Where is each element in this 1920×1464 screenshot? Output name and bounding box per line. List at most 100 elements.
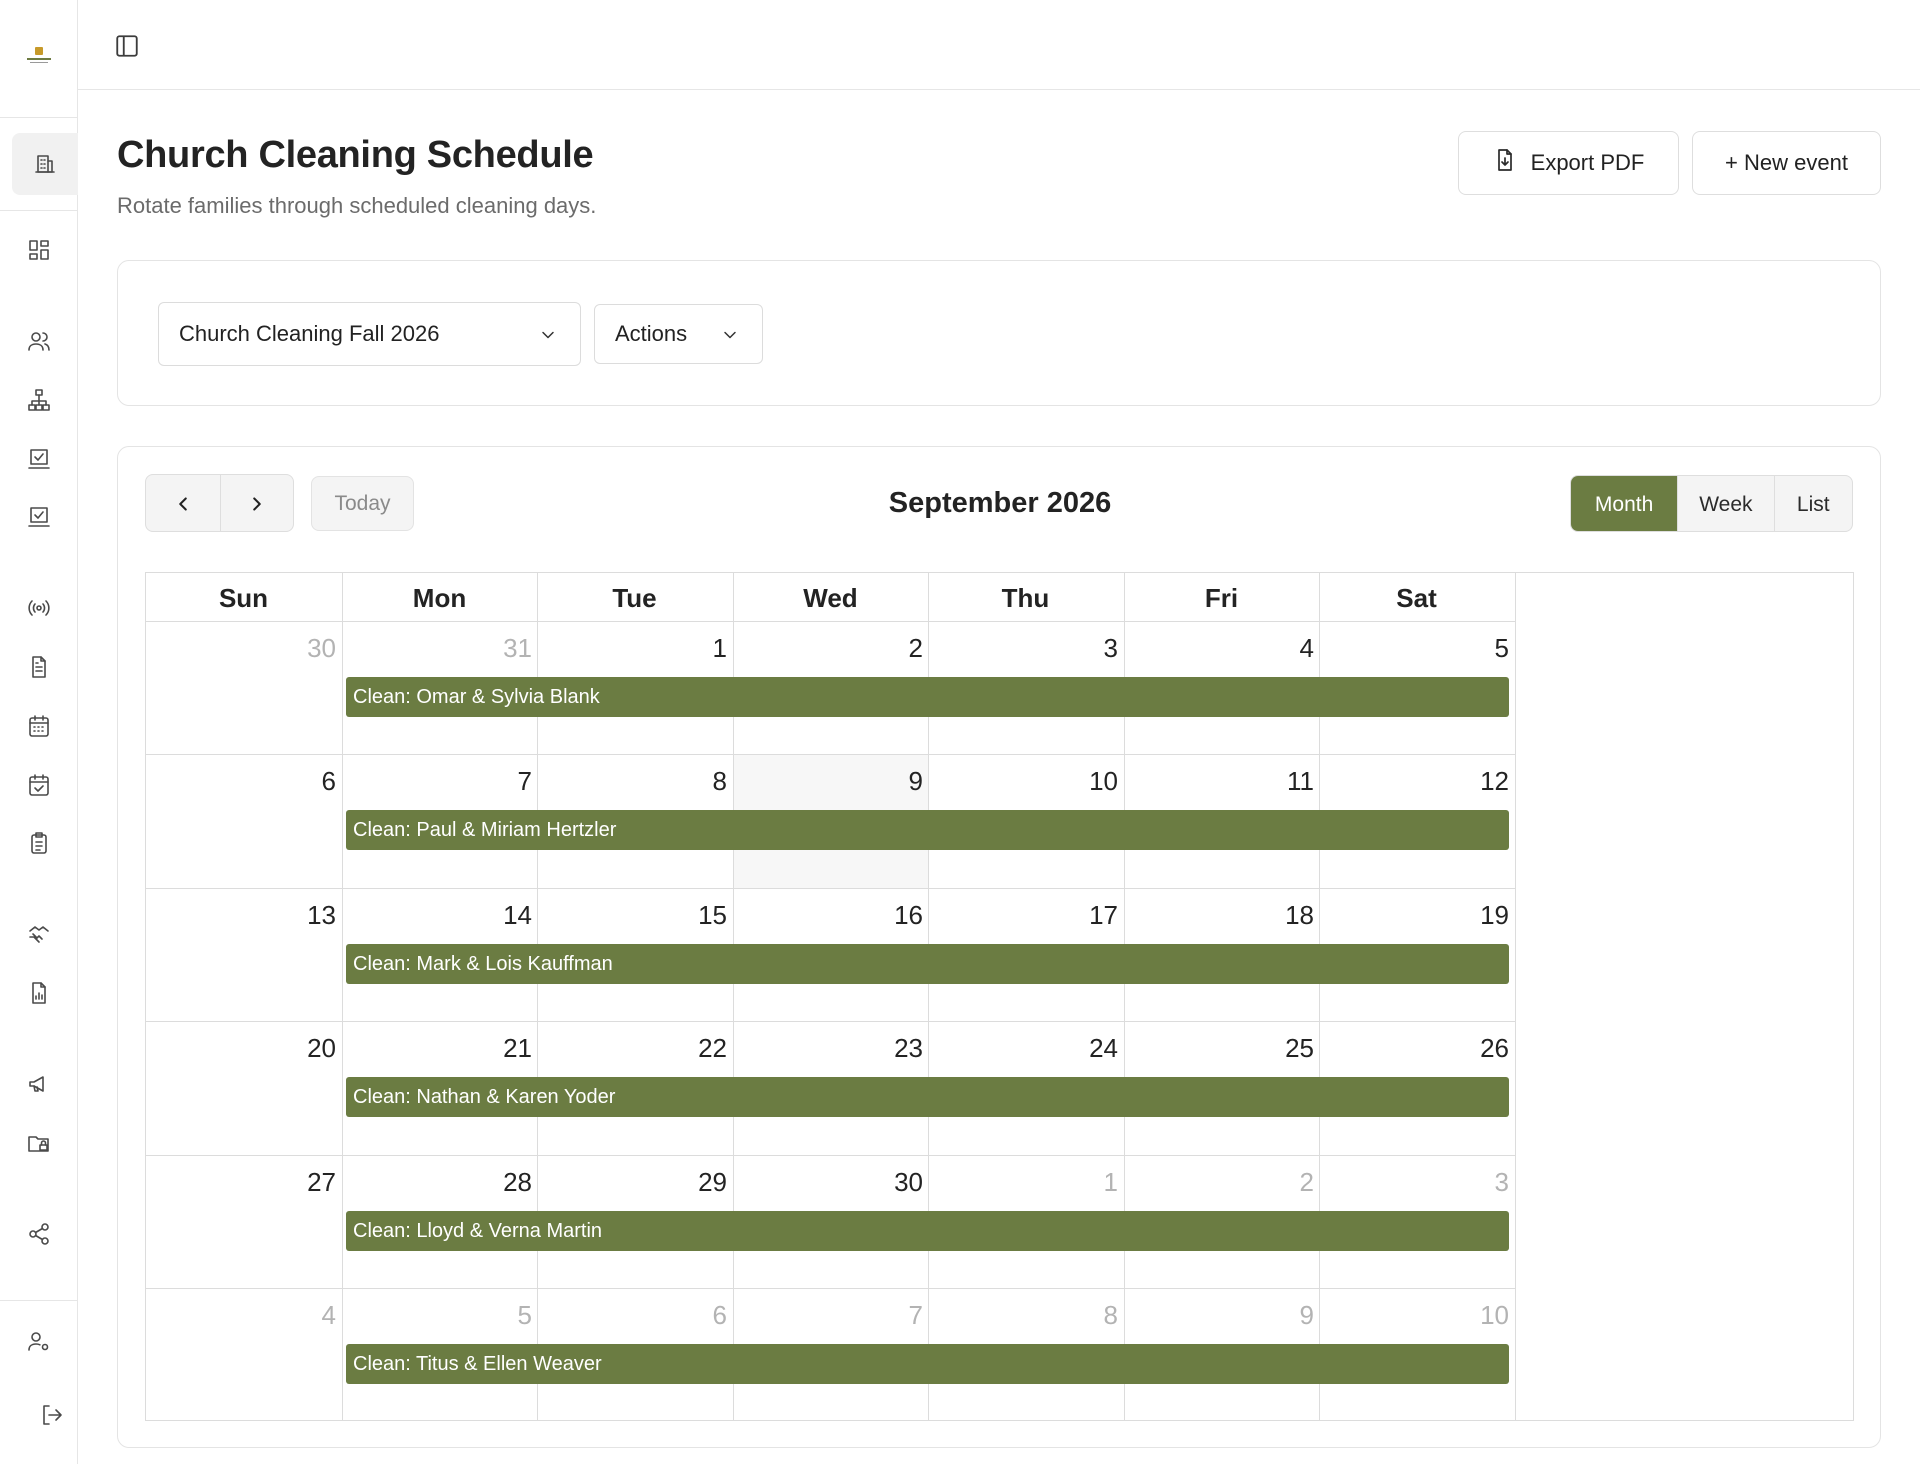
calendar-event[interactable]: Clean: Nathan & Karen Yoder — [346, 1077, 1509, 1117]
day-number[interactable]: 24 — [928, 1033, 1118, 1064]
checklist-icon[interactable] — [25, 445, 53, 473]
calendar-card: Today September 2026 Month Week List Sun… — [117, 446, 1881, 1448]
view-week-button[interactable]: Week — [1677, 476, 1773, 531]
weekday-header: Sat — [1396, 583, 1437, 613]
page-subtitle: Rotate families through scheduled cleani… — [117, 193, 597, 218]
day-number[interactable]: 7 — [342, 766, 532, 797]
day-number[interactable]: 18 — [1124, 900, 1314, 931]
day-number[interactable]: 4 — [1124, 633, 1314, 664]
sidebar-divider — [0, 210, 77, 211]
day-number[interactable]: 1 — [928, 1167, 1118, 1198]
share-icon[interactable] — [25, 1220, 53, 1248]
view-list-button[interactable]: List — [1773, 476, 1852, 531]
org-chart-icon[interactable] — [25, 386, 53, 414]
day-number[interactable]: 30 — [733, 1167, 923, 1198]
weekday-header: Thu — [1001, 583, 1050, 613]
day-number[interactable]: 13 — [146, 900, 336, 931]
day-number[interactable]: 2 — [733, 633, 923, 664]
file-download-icon — [1493, 148, 1517, 178]
day-number[interactable]: 23 — [733, 1033, 923, 1064]
building-icon[interactable] — [31, 150, 59, 178]
report-icon[interactable] — [25, 979, 53, 1007]
view-month-button[interactable]: Month — [1571, 476, 1678, 531]
page-title: Church Cleaning Schedule — [117, 134, 594, 176]
clipboard-icon[interactable] — [25, 829, 53, 857]
folder-lock-icon[interactable] — [25, 1129, 53, 1157]
day-number[interactable]: 17 — [928, 900, 1118, 931]
day-number[interactable]: 3 — [1319, 1167, 1509, 1198]
logout-icon[interactable] — [38, 1401, 66, 1429]
day-number[interactable]: 27 — [146, 1167, 336, 1198]
calendar-event[interactable]: Clean: Lloyd & Verna Martin — [346, 1211, 1509, 1251]
day-number[interactable]: 4 — [146, 1300, 336, 1331]
calendar-event[interactable]: Clean: Omar & Sylvia Blank — [346, 677, 1509, 717]
day-number[interactable]: 2 — [1124, 1167, 1314, 1198]
day-number[interactable]: 22 — [537, 1033, 727, 1064]
month-grid: Sun Mon Tue Wed Thu Fri Sat 30 31 1 2 3 4 5 Clean: Oma… — [145, 572, 1854, 1421]
weekday-header: Wed — [803, 583, 858, 613]
day-number[interactable]: 25 — [1124, 1033, 1314, 1064]
schedule-select-value: Church Cleaning Fall 2026 — [179, 321, 440, 346]
day-number[interactable]: 10 — [1319, 1300, 1509, 1331]
calendar-check-icon[interactable] — [25, 771, 53, 799]
grid-row-line — [146, 1021, 1515, 1022]
calendar-event[interactable]: Clean: Mark & Lois Kauffman — [346, 944, 1509, 984]
day-number[interactable]: 11 — [1124, 766, 1314, 797]
day-number[interactable]: 12 — [1319, 766, 1509, 797]
grid-row-line — [146, 1155, 1515, 1156]
dashboard-icon[interactable] — [25, 236, 53, 264]
sidebar-toggle-icon[interactable] — [114, 33, 140, 59]
calendar-icon[interactable] — [25, 712, 53, 740]
day-number[interactable]: 8 — [537, 766, 727, 797]
new-event-label: + New event — [1725, 150, 1848, 175]
sidebar-divider — [0, 1300, 77, 1301]
day-number[interactable]: 15 — [537, 900, 727, 931]
day-number[interactable]: 21 — [342, 1033, 532, 1064]
calendar-event[interactable]: Clean: Paul & Miriam Hertzler — [346, 810, 1509, 850]
checklist-icon[interactable] — [25, 503, 53, 531]
day-number[interactable]: 7 — [733, 1300, 923, 1331]
weekday-header: Sun — [218, 583, 269, 613]
day-number[interactable]: 19 — [1319, 900, 1509, 931]
day-number[interactable]: 31 — [342, 633, 532, 664]
grid-row-line — [146, 754, 1515, 755]
top-bar — [78, 0, 1920, 90]
megaphone-icon[interactable] — [25, 1070, 53, 1098]
day-number[interactable]: 20 — [146, 1033, 336, 1064]
export-pdf-button[interactable]: Export PDF — [1458, 131, 1679, 195]
day-number[interactable]: 1 — [537, 633, 727, 664]
day-number[interactable]: 28 — [342, 1167, 532, 1198]
handshake-icon[interactable] — [25, 920, 53, 948]
schedule-select[interactable]: Church Cleaning Fall 2026 — [158, 302, 581, 366]
church-logo[interactable] — [25, 47, 53, 67]
day-number[interactable]: 16 — [733, 900, 923, 931]
broadcast-icon[interactable] — [25, 594, 53, 622]
grid-column-line — [1515, 573, 1516, 1420]
day-number[interactable]: 9 — [1124, 1300, 1314, 1331]
filter-card: Church Cleaning Fall 2026 Actions — [117, 260, 1881, 406]
actions-dropdown[interactable]: Actions — [594, 304, 763, 364]
day-number[interactable]: 8 — [928, 1300, 1118, 1331]
chevron-down-icon — [538, 325, 558, 351]
day-number[interactable]: 29 — [537, 1167, 727, 1198]
export-pdf-label: Export PDF — [1530, 150, 1645, 175]
day-number[interactable]: 14 — [342, 900, 532, 931]
day-number[interactable]: 30 — [146, 633, 336, 664]
day-number[interactable]: 6 — [537, 1300, 727, 1331]
day-number[interactable]: 9 — [733, 766, 923, 797]
day-number[interactable]: 10 — [928, 766, 1118, 797]
day-number[interactable]: 3 — [928, 633, 1118, 664]
user-settings-icon[interactable] — [25, 1327, 53, 1355]
users-icon[interactable] — [25, 327, 53, 355]
grid-column-line — [342, 573, 343, 1420]
view-switcher: Month Week List — [1570, 475, 1853, 532]
document-icon[interactable] — [25, 653, 53, 681]
new-event-button[interactable]: + New event — [1692, 131, 1881, 195]
day-number[interactable]: 26 — [1319, 1033, 1509, 1064]
day-number[interactable]: 5 — [1319, 633, 1509, 664]
weekday-header: Mon — [412, 583, 467, 613]
day-number[interactable]: 5 — [342, 1300, 532, 1331]
calendar-event[interactable]: Clean: Titus & Ellen Weaver — [346, 1344, 1509, 1384]
grid-row-line — [146, 621, 1515, 622]
day-number[interactable]: 6 — [146, 766, 336, 797]
